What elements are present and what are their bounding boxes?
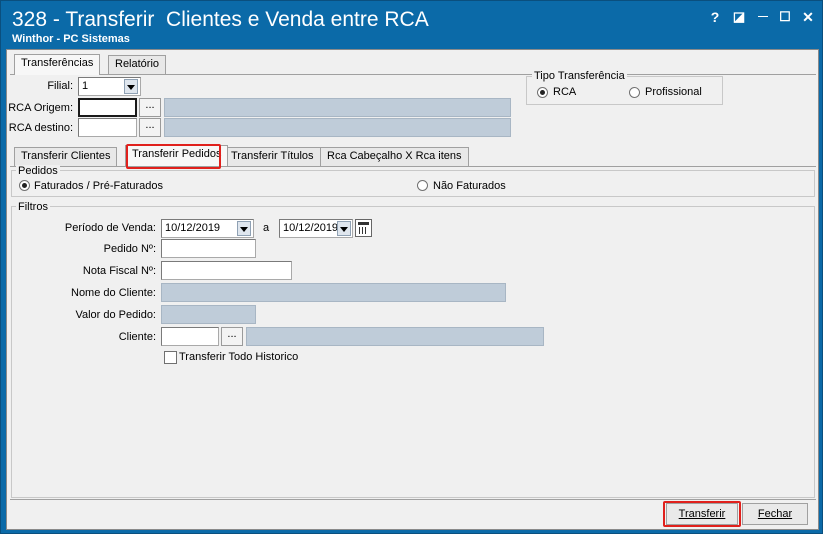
pedido-label: Pedido Nº: bbox=[103, 243, 156, 255]
tab-relatorio[interactable]: Relatório bbox=[108, 55, 167, 74]
radio-nao-faturados-label: Não Faturados bbox=[433, 180, 506, 192]
periodo-from-dropdown-icon[interactable] bbox=[237, 221, 251, 236]
pedidos-title: Pedidos bbox=[16, 165, 60, 177]
calendar-icon[interactable] bbox=[355, 219, 372, 237]
radio-profissional-label: Profissional bbox=[645, 86, 702, 98]
rca-destino-input[interactable] bbox=[78, 118, 137, 137]
tipo-transferencia-group: Tipo Transferência RCA Profissional bbox=[526, 70, 723, 105]
minimize-icon[interactable]: — bbox=[753, 7, 773, 27]
close-icon[interactable]: ✕ bbox=[798, 7, 818, 27]
tab-transferir-pedidos[interactable]: Transferir Pedidos bbox=[125, 145, 229, 166]
maximize-icon[interactable]: ☐ bbox=[775, 7, 795, 27]
tab-transferencias[interactable]: Transferências bbox=[14, 54, 101, 75]
nome-cliente-field bbox=[161, 283, 506, 302]
rca-destino-lookup-button[interactable]: ... bbox=[139, 118, 161, 137]
fechar-button[interactable]: Fechar bbox=[742, 503, 808, 525]
rca-destino-name-field bbox=[164, 118, 511, 137]
client-area: Transferências Relatório Filial: 1 RCA O… bbox=[6, 49, 819, 530]
filtros-group: Filtros Período de Venda: 10/12/2019 a 1… bbox=[11, 201, 815, 498]
title-bar[interactable]: 328 - Transferir Clientes e Venda entre … bbox=[1, 1, 822, 47]
historico-checkbox[interactable] bbox=[164, 351, 177, 364]
radio-rca[interactable] bbox=[537, 87, 548, 98]
transferir-button-label: Transferir bbox=[678, 508, 726, 520]
nota-fiscal-label: Nota Fiscal Nº: bbox=[82, 265, 156, 277]
radio-profissional[interactable] bbox=[629, 87, 640, 98]
radio-faturados-label: Faturados / Pré-Faturados bbox=[34, 180, 164, 192]
pedido-input[interactable] bbox=[161, 239, 256, 258]
top-tab-divider bbox=[10, 74, 816, 75]
nota-fiscal-input[interactable] bbox=[161, 261, 292, 280]
chevron-down-icon[interactable] bbox=[124, 79, 138, 94]
app-window: 328 - Transferir Clientes e Venda entre … bbox=[0, 0, 823, 534]
cliente-input[interactable] bbox=[161, 327, 219, 346]
filial-label: Filial: bbox=[47, 80, 73, 92]
rca-destino-label: RCA destino: bbox=[8, 122, 73, 134]
tipo-transferencia-title: Tipo Transferência bbox=[532, 70, 627, 82]
nome-cliente-label: Nome do Cliente: bbox=[71, 287, 156, 299]
rca-origem-name-field bbox=[164, 98, 511, 117]
tab-transferir-titulos[interactable]: Transferir Títulos bbox=[224, 147, 321, 166]
valor-pedido-field bbox=[161, 305, 256, 324]
cliente-lookup-button[interactable]: ... bbox=[221, 327, 243, 346]
fechar-button-label: Fechar bbox=[757, 508, 793, 520]
window-title: 328 - Transferir Clientes e Venda entre … bbox=[12, 8, 429, 31]
periodo-label: Período de Venda: bbox=[64, 222, 156, 234]
historico-label: Transferir Todo Historico bbox=[179, 351, 299, 363]
footer-divider bbox=[10, 499, 816, 500]
cliente-label: Cliente: bbox=[118, 331, 156, 343]
filtros-title: Filtros bbox=[16, 201, 50, 213]
cliente-desc-field bbox=[246, 327, 544, 346]
periodo-separator: a bbox=[263, 222, 270, 234]
tab-rca-cabecalho[interactable]: Rca Cabeçalho X Rca itens bbox=[320, 147, 469, 166]
restore-icon[interactable]: ◪ bbox=[729, 7, 749, 27]
radio-nao-faturados[interactable] bbox=[417, 180, 428, 191]
periodo-to-dropdown-icon[interactable] bbox=[337, 221, 351, 236]
window-subtitle: Winthor - PC Sistemas bbox=[12, 33, 130, 45]
rca-origem-lookup-button[interactable]: ... bbox=[139, 98, 161, 117]
radio-rca-label: RCA bbox=[553, 86, 577, 98]
valor-pedido-label: Valor do Pedido: bbox=[75, 309, 156, 321]
pedidos-group: Pedidos Faturados / Pré-Faturados Não Fa… bbox=[11, 165, 815, 197]
tab-transferir-clientes[interactable]: Transferir Clientes bbox=[14, 147, 118, 166]
rca-origem-input[interactable] bbox=[78, 98, 137, 117]
radio-faturados[interactable] bbox=[19, 180, 30, 191]
transferir-button[interactable]: Transferir bbox=[666, 503, 738, 525]
sub-tab-divider bbox=[10, 166, 816, 167]
help-icon[interactable]: ? bbox=[705, 7, 725, 27]
rca-origem-label: RCA Origem: bbox=[8, 102, 73, 114]
